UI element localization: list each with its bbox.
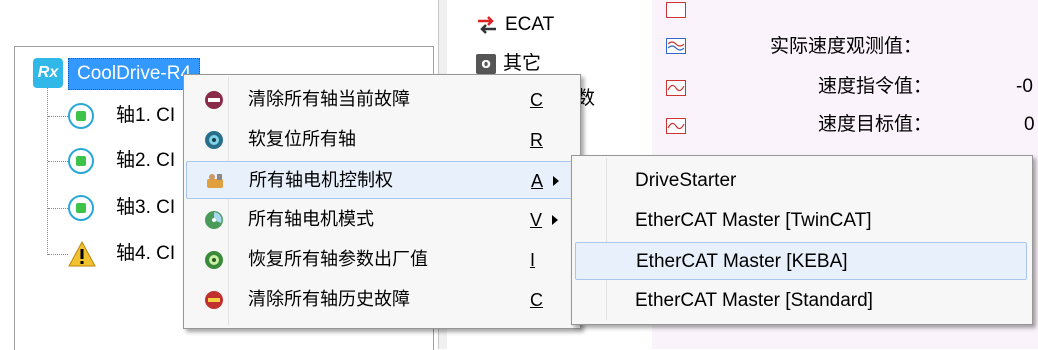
label-speed-target: 速度目标值：	[818, 114, 933, 135]
tree-connector	[48, 116, 68, 117]
menu-item-clear-history-faults[interactable]: 清除所有轴历史故障 C	[186, 281, 576, 319]
clear-history-icon	[205, 291, 223, 309]
submenu-item-ethercat-twincat[interactable]: EtherCAT Master [TwinCAT]	[575, 202, 1027, 240]
warning-icon	[68, 241, 96, 267]
tree-connector	[48, 161, 68, 162]
menu-item-shortcut: R	[530, 130, 543, 150]
motor-mode-icon	[205, 211, 223, 229]
menu-item-motor-mode[interactable]: 所有轴电机模式 V	[186, 201, 576, 239]
menu-item-motor-control-authority[interactable]: 所有轴电机控制权 A	[186, 161, 576, 199]
menu-item-shortcut: I	[530, 250, 536, 270]
submenu-item-label: DriveStarter	[635, 170, 737, 191]
axis-ok-icon	[68, 148, 94, 174]
menu-item-soft-reset-all[interactable]: 软复位所有轴 R	[186, 121, 576, 159]
menu-item-shortcut: A	[531, 171, 544, 191]
submenu-item-label: EtherCAT Master [KEBA]	[636, 251, 848, 272]
waveform-icon	[666, 2, 686, 18]
tree-item-axis-2[interactable]: 轴2. CI	[116, 148, 175, 174]
context-menu: 清除所有轴当前故障 C 软复位所有轴 R 所有轴电机控制权 A 所有轴电机模式 …	[183, 74, 581, 329]
submenu-item-drivestarter[interactable]: DriveStarter	[575, 162, 1027, 200]
menu-item-shortcut: C	[530, 290, 543, 310]
submenu-item-label: EtherCAT Master [Standard]	[635, 290, 873, 311]
menu-item-clear-current-faults[interactable]: 清除所有轴当前故障 C	[186, 81, 576, 119]
menu-item-label: 所有轴电机模式	[248, 209, 374, 230]
menu-item-restore-factory-parameters[interactable]: 恢复所有轴参数出厂值 I	[186, 241, 576, 279]
control-authority-submenu: DriveStarter EtherCAT Master [TwinCAT] E…	[571, 155, 1033, 325]
label-speed-command: 速度指令值：	[818, 76, 933, 97]
menu-item-label: 恢复所有轴参数出厂值	[248, 249, 428, 270]
tree-connector	[48, 208, 68, 209]
tree-item-axis-1[interactable]: 轴1. CI	[116, 103, 175, 129]
label-actual-speed-observed: 实际速度观测值：	[770, 36, 923, 57]
tree-root-cooldrive[interactable]: CoolDrive-R4	[68, 58, 201, 90]
value-speed-target: 0	[1024, 114, 1035, 135]
submenu-arrow-icon	[552, 215, 558, 225]
waveform-icon	[666, 118, 686, 134]
submenu-item-ethercat-standard[interactable]: EtherCAT Master [Standard]	[575, 282, 1027, 320]
device-rx-icon: Rx	[33, 58, 63, 88]
motor-control-icon	[207, 174, 223, 188]
value-speed-command: -0	[1016, 76, 1033, 97]
submenu-item-label: EtherCAT Master [TwinCAT]	[635, 210, 872, 231]
submenu-item-ethercat-keba[interactable]: EtherCAT Master [KEBA]	[575, 242, 1027, 280]
menu-item-shortcut: C	[530, 90, 543, 110]
tree-connector	[48, 254, 68, 255]
clear-fault-icon	[205, 91, 223, 109]
axis-ok-icon	[68, 103, 94, 129]
waveform-icon	[666, 80, 686, 96]
soft-reset-icon	[205, 131, 223, 149]
factory-reset-icon	[205, 251, 223, 269]
other-icon: o	[476, 54, 496, 74]
menu-item-label: 清除所有轴当前故障	[248, 89, 410, 110]
menu-item-label: 所有轴电机控制权	[249, 170, 393, 191]
middle-item-ecat[interactable]: ECAT	[505, 12, 554, 38]
submenu-arrow-icon	[553, 176, 559, 186]
tree-item-axis-4[interactable]: 轴4. CI	[116, 241, 175, 267]
axis-ok-icon	[68, 195, 94, 221]
tree-item-axis-3[interactable]: 轴3. CI	[116, 195, 175, 221]
menu-item-label: 清除所有轴历史故障	[248, 289, 410, 310]
menu-item-shortcut: V	[530, 210, 543, 230]
waveform-icon	[666, 38, 686, 54]
ethercat-arrows-icon	[478, 16, 496, 34]
menu-item-label: 软复位所有轴	[248, 129, 356, 150]
tree-connector	[47, 88, 48, 255]
